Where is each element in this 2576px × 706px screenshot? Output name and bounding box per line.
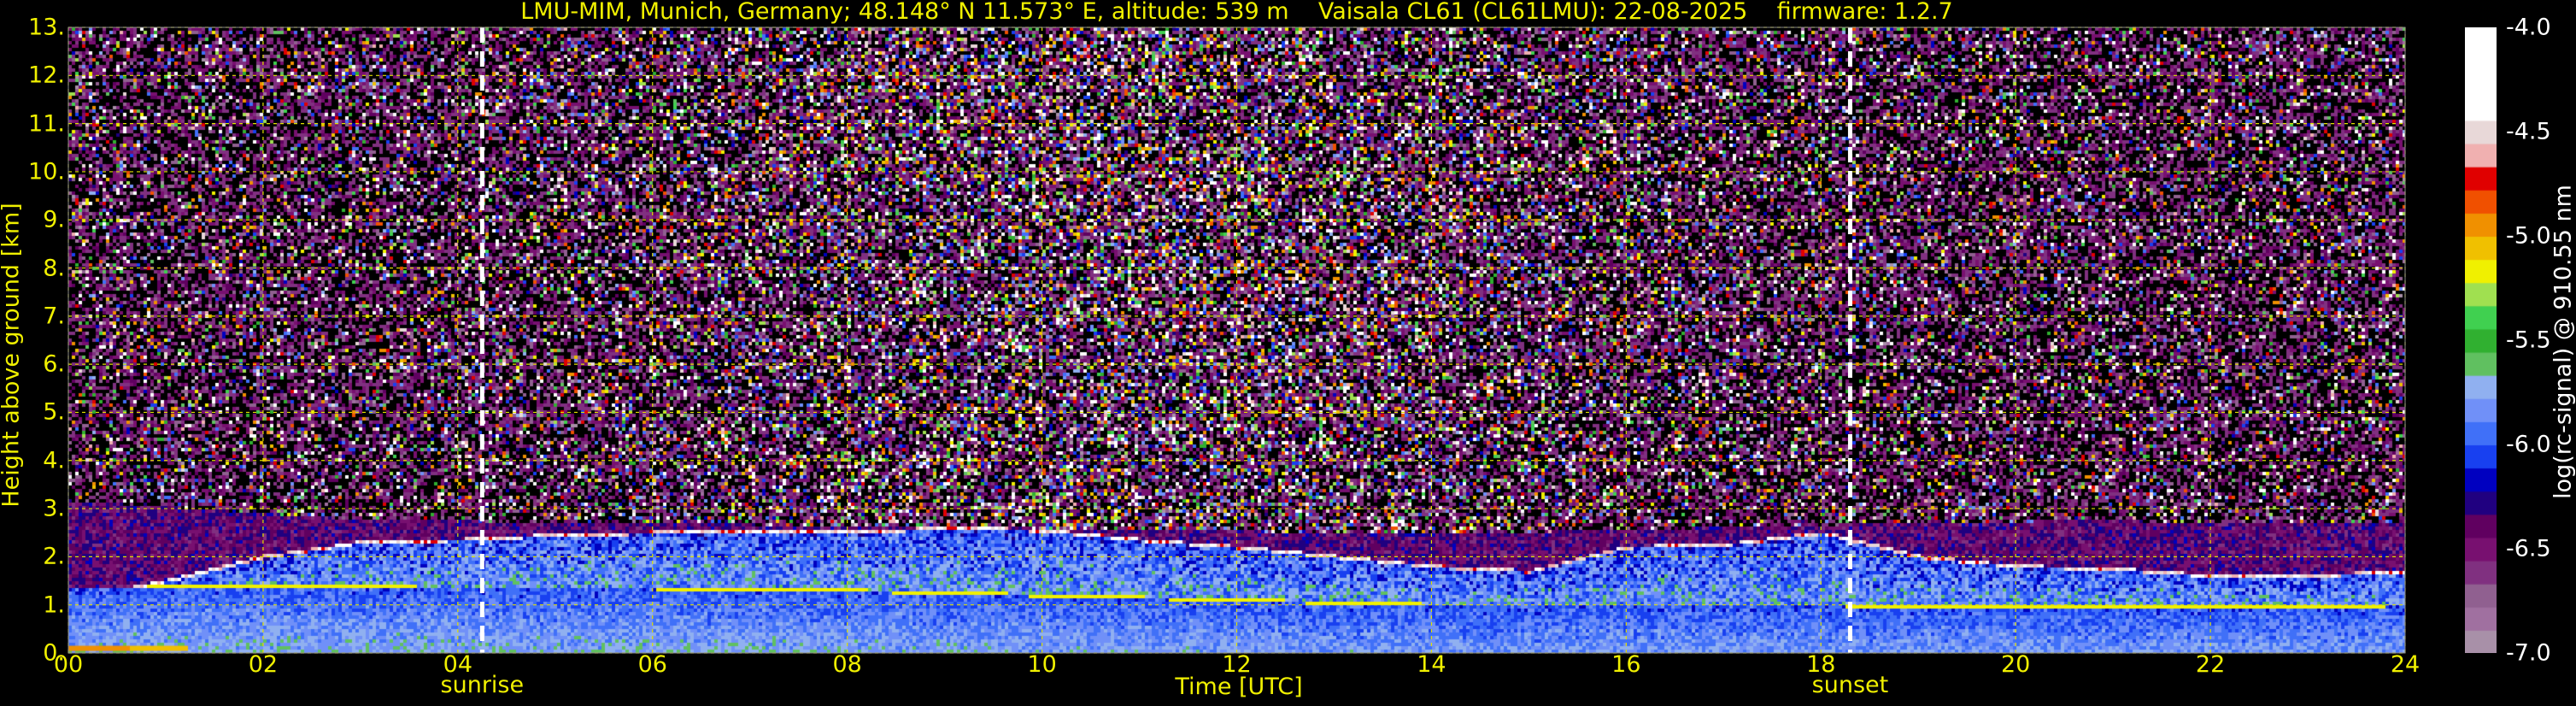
colorbar-tick-label: -6.0 [2506,431,2551,458]
sunrise-label: sunrise [440,672,525,698]
plot-overlay [67,26,2406,654]
sunset-label: sunset [1811,672,1889,698]
x-tick-label: 08 [832,651,862,678]
chart-title: LMU-MIM, Munich, Germany; 48.148° N 11.5… [520,0,1953,25]
x-tick-label: 02 [248,651,279,678]
y-tick-label: 7. [43,303,65,330]
x-tick-label: 22 [2195,651,2226,678]
y-tick-label: 4. [43,447,65,474]
y-tick-label: 3. [43,495,65,522]
y-tick-label: 5. [43,398,65,426]
x-tick-label: 20 [2000,651,2031,678]
colorbar-tick-label: -4.5 [2506,118,2551,145]
x-tick-label: 06 [637,651,667,678]
colorbar-tick-label: -5.0 [2506,222,2551,250]
colorbar [2465,27,2497,653]
y-tick-label: 8. [43,255,65,282]
y-tick-label: 11. [28,110,65,138]
y-tick-label: 13. [28,14,65,41]
colorbar-tick-label: -7.0 [2506,639,2551,667]
y-tick-label: 2. [43,543,65,570]
x-tick-label: 00 [53,651,84,678]
y-tick-label: 12. [28,62,65,89]
colorbar-tick-label: -4.0 [2506,14,2551,41]
y-tick-label: 6. [43,350,65,378]
x-tick-label: 14 [1417,651,1446,678]
y-tick-label: 1. [43,591,65,619]
y-tick-label: 9. [43,206,65,233]
colorbar-label: log(rc-signal) @ 910.55 nm [2550,185,2576,499]
plot-frame [67,26,2406,654]
x-tick-label: 10 [1027,651,1057,678]
colorbar-tick-label: -6.5 [2506,535,2551,562]
x-tick-label: 16 [1611,651,1641,678]
y-tick-label: 10. [28,158,65,185]
x-tick-label: 24 [2390,651,2421,678]
x-tick-label: 12 [1222,651,1252,678]
colorbar-tick-label: -5.5 [2506,327,2551,354]
